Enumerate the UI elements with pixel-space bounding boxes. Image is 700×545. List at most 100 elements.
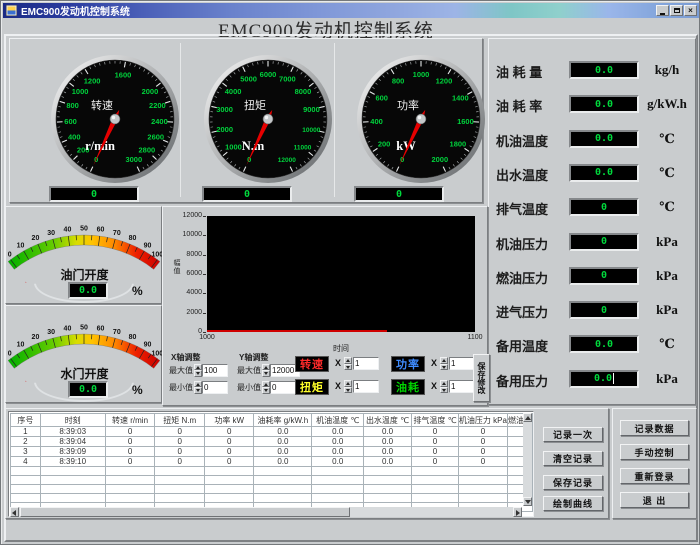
table-header-cell[interactable]: 序号 — [11, 414, 41, 427]
y-tick-mark — [203, 293, 206, 294]
table-empty-row[interactable] — [11, 467, 533, 476]
spin-down-icon[interactable] — [262, 387, 270, 394]
divider — [180, 43, 181, 197]
spin-down-icon[interactable] — [344, 387, 352, 394]
measurement-value-display[interactable]: 0.0 — [569, 370, 639, 388]
power-display: 0 — [354, 186, 444, 202]
measurement-value-display: 0 — [569, 301, 639, 319]
table-empty-row[interactable] — [11, 476, 533, 485]
table-header-cell[interactable]: 扭矩 N.m — [155, 414, 205, 427]
series-label: 转速 — [295, 356, 329, 372]
svg-text:2800: 2800 — [138, 146, 155, 155]
svg-text:50: 50 — [80, 325, 88, 332]
scale-x-label: X — [431, 358, 437, 368]
spin-down-icon[interactable] — [440, 387, 448, 394]
table-empty-row[interactable] — [11, 494, 533, 503]
record-button-2[interactable]: 清空记录 — [543, 451, 603, 466]
spin-down-icon[interactable] — [194, 387, 202, 394]
table-header-cell[interactable]: 油耗率 g/kW.h — [254, 414, 312, 427]
svg-text:1000: 1000 — [225, 143, 242, 152]
series-factor-spinner[interactable] — [344, 357, 352, 370]
table-empty-row[interactable] — [11, 485, 533, 494]
series-label: 扭矩 — [295, 379, 329, 395]
nav-button-4[interactable]: 退 出 — [620, 492, 689, 508]
spin-down-icon[interactable] — [262, 370, 270, 377]
series-controls: 转速 X 扭矩 X 功率 X 油耗 X — [291, 354, 471, 402]
series-factor-input[interactable] — [449, 380, 475, 393]
record-button-4[interactable]: 绘制曲线 — [543, 496, 603, 511]
table-cell — [458, 467, 507, 476]
svg-text:1200: 1200 — [436, 76, 453, 85]
nav-button-3[interactable]: 重新登录 — [620, 468, 689, 484]
table-header-cell[interactable]: 机油压力 kPa — [458, 414, 507, 427]
table-row[interactable]: 28:39:040000.00.00.000 — [11, 437, 533, 447]
dial-title: 油门开度 — [6, 266, 163, 283]
svg-text:40: 40 — [64, 227, 72, 234]
table-cell — [254, 485, 312, 494]
table-header-cell[interactable]: 时刻 — [40, 414, 105, 427]
nav-button-2[interactable]: 手动控制 — [620, 444, 689, 460]
dial-value-display: 0.0 — [68, 381, 108, 398]
y-min-spinner[interactable] — [262, 381, 270, 394]
table-cell — [105, 494, 155, 503]
measurement-label: 燃油压力 — [496, 268, 548, 287]
x-max-spinner[interactable] — [194, 364, 202, 377]
series-factor-spinner[interactable] — [440, 380, 448, 393]
svg-text:800: 800 — [66, 101, 79, 110]
table-row[interactable]: 48:39:100000.00.00.000 — [11, 457, 533, 467]
table-cell: 0 — [458, 447, 507, 457]
record-button-1[interactable]: 记录一次 — [543, 427, 603, 442]
table-cell — [312, 494, 364, 503]
chart-series-line — [207, 330, 387, 332]
y-tick-label: 4000 — [165, 289, 202, 296]
x-min-input[interactable] — [202, 381, 228, 394]
series-factor-input[interactable] — [353, 380, 379, 393]
table-vertical-scrollbar[interactable] — [523, 413, 532, 506]
spin-down-icon[interactable] — [194, 370, 202, 377]
scrollbar-thumb[interactable] — [20, 507, 350, 517]
table-cell: 0 — [458, 427, 507, 437]
series-factor-spinner[interactable] — [344, 380, 352, 393]
save-modify-button[interactable]: 保存修改 — [473, 354, 490, 402]
series-factor-input[interactable] — [353, 357, 379, 370]
close-button[interactable]: × — [684, 5, 697, 16]
measurement-row: 出水温度0.0℃ — [489, 164, 695, 182]
y-tick-mark — [203, 235, 206, 236]
table-cell: 0 — [412, 457, 459, 467]
x-min-spinner[interactable] — [194, 381, 202, 394]
svg-text:2000: 2000 — [142, 87, 159, 96]
table-row[interactable]: 18:39:030000.00.00.000 — [11, 427, 533, 437]
table-cell — [254, 494, 312, 503]
record-button-3[interactable]: 保存记录 — [543, 475, 603, 490]
table-cell — [312, 485, 364, 494]
measurement-unit: kPa — [641, 302, 693, 318]
table-cell — [254, 476, 312, 485]
measurement-row: 备用温度0.0℃ — [489, 335, 695, 353]
series-label: 油耗 — [391, 379, 425, 395]
x-max-input[interactable] — [202, 364, 228, 377]
series-factor-spinner[interactable] — [440, 357, 448, 370]
table-header-cell[interactable]: 转速 r/min — [105, 414, 155, 427]
table-row[interactable]: 38:39:090000.00.00.000 — [11, 447, 533, 457]
table-header-row: 序号时刻转速 r/min扭矩 N.m功率 kW油耗率 g/kW.h机油温度 ℃出… — [11, 414, 533, 427]
table-cell — [412, 494, 459, 503]
table-cell — [204, 494, 254, 503]
table-horizontal-scrollbar[interactable] — [10, 507, 522, 517]
y-axis-adjust-title: Y轴调整 — [239, 352, 268, 363]
spin-down-icon[interactable] — [344, 364, 352, 371]
table-header-cell[interactable]: 功率 kW — [204, 414, 254, 427]
nav-button-1[interactable]: 记录数据 — [620, 420, 689, 436]
y-max-spinner[interactable] — [262, 364, 270, 377]
throttle-panel: 0102030405060708090100油门开度0.0% — [5, 206, 162, 304]
minimize-button[interactable] — [656, 5, 669, 16]
maximize-button[interactable] — [670, 5, 683, 16]
table-header-cell[interactable]: 排气温度 ℃ — [412, 414, 459, 427]
torque-gauge: 0100020003000400050006000700080009000100… — [203, 54, 333, 184]
series-factor-input[interactable] — [449, 357, 475, 370]
table-header-cell[interactable]: 机油温度 ℃ — [312, 414, 364, 427]
spin-down-icon[interactable] — [440, 364, 448, 371]
table-cell — [412, 485, 459, 494]
measurement-unit: ℃ — [641, 165, 693, 181]
table-header-cell[interactable]: 出水温度 ℃ — [364, 414, 412, 427]
svg-text:90: 90 — [144, 341, 152, 348]
